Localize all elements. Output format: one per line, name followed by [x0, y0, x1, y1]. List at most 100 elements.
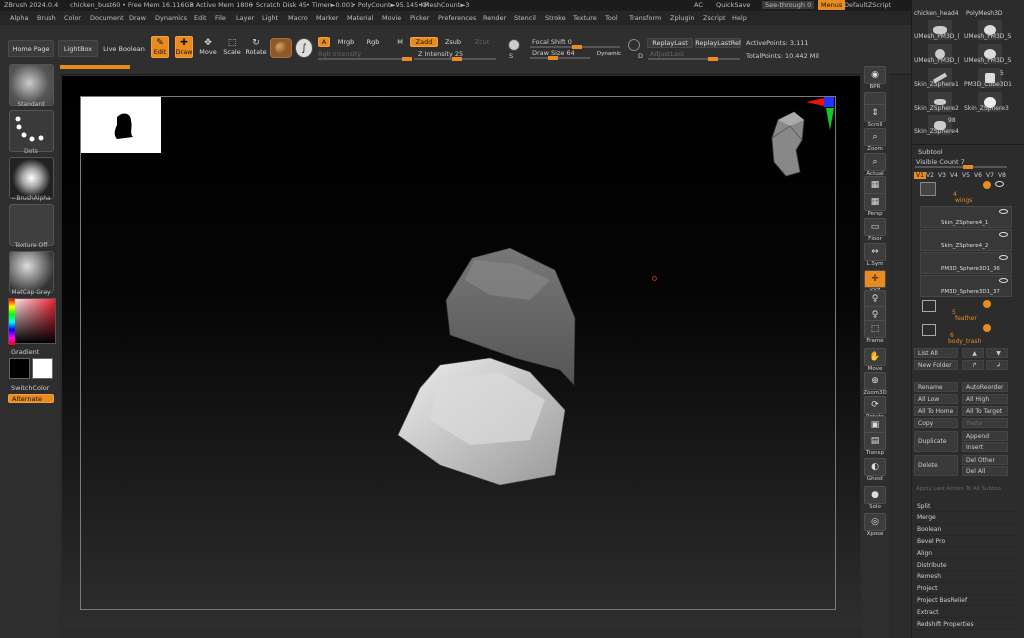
insert-button[interactable]: Insert — [962, 442, 1008, 452]
del-other-button[interactable]: Del Other — [962, 455, 1008, 465]
version-tab-v4[interactable]: V4 — [950, 172, 958, 179]
shelf-persp[interactable]: ▦ — [864, 193, 886, 211]
standard-brush-thumb[interactable] — [9, 64, 54, 106]
menu-item-alpha[interactable]: Alpha — [10, 14, 28, 22]
menus-button[interactable]: Menus — [818, 0, 846, 10]
adjust-last-slider[interactable] — [648, 57, 740, 61]
subpalette-boolean[interactable]: Boolean — [914, 525, 1020, 536]
shelf-ghost[interactable]: ◐ — [864, 458, 886, 476]
shelf-transp[interactable]: ▤ — [864, 432, 886, 450]
subtool-row-skin-zsphere4-1[interactable]: Skin_ZSphere4_1 — [920, 206, 1012, 228]
shelf-xyz[interactable]: ✛ — [864, 270, 886, 288]
mrgb-button[interactable]: Mrgb — [332, 37, 360, 47]
menu-item-movie[interactable]: Movie — [382, 14, 401, 22]
navigator-thumbnail[interactable] — [81, 97, 161, 153]
menu-item-draw[interactable]: Draw — [129, 14, 146, 22]
menu-item-picker[interactable]: Picker — [410, 14, 429, 22]
apply-last-action-button[interactable]: Apply Last Action To All Subtoo — [916, 486, 1001, 492]
live-boolean-button[interactable]: Live Boolean — [102, 40, 146, 57]
delete-button[interactable]: Delete — [914, 455, 958, 476]
3d-model-viewport[interactable] — [380, 240, 600, 490]
copy-button[interactable]: Copy — [914, 418, 958, 428]
duplicate-button[interactable]: Duplicate — [914, 431, 958, 452]
zsub-button[interactable]: Zsub — [441, 37, 465, 47]
version-tab-v8[interactable]: V8 — [998, 172, 1006, 179]
del-all-button[interactable]: Del All — [962, 466, 1008, 476]
subpalette-split[interactable]: Split — [914, 501, 1020, 512]
z-intensity-slider[interactable] — [414, 57, 496, 61]
menu-item-file[interactable]: File — [215, 14, 226, 22]
menu-item-edit[interactable]: Edit — [194, 14, 207, 22]
arrow-back-icon[interactable]: ↲ — [986, 360, 1008, 370]
menu-item-preferences[interactable]: Preferences — [438, 14, 476, 22]
append-button[interactable]: Append — [962, 431, 1008, 441]
autoreorder-button[interactable]: AutoReorder — [962, 382, 1008, 392]
shelf-zoom3d[interactable]: ⊕ — [864, 372, 886, 390]
menu-item-tool[interactable]: Tool — [605, 14, 618, 22]
draw-size-slider[interactable] — [530, 56, 590, 60]
subpalette-merge[interactable]: Merge — [914, 513, 1020, 524]
gear-icon[interactable] — [983, 300, 991, 308]
subpalette-project-basrelief[interactable]: Project BasRelief — [914, 595, 1020, 607]
shelf-xpose[interactable]: ◎ — [864, 513, 886, 531]
new-folder-button[interactable]: New Folder — [914, 360, 958, 370]
shelf-floor[interactable]: ▭ — [864, 218, 886, 236]
subpalette-project[interactable]: Project — [914, 584, 1020, 595]
folder-icon[interactable] — [922, 300, 936, 312]
version-tab-v2[interactable]: V2 — [926, 172, 934, 179]
shelf-scroll[interactable]: ⇕ — [864, 104, 886, 122]
shelf-frame[interactable]: ⬚ — [864, 320, 886, 338]
menu-item-material[interactable]: Material — [347, 14, 373, 22]
menu-item-layer[interactable]: Layer — [236, 14, 254, 22]
subpalette-extract[interactable]: Extract — [914, 607, 1020, 619]
menu-item-zplugin[interactable]: Zplugin — [670, 14, 695, 22]
m-button[interactable]: M — [394, 37, 406, 47]
subpalette-remesh[interactable]: Remesh — [914, 572, 1020, 583]
shelf-rotate[interactable]: ⟳ — [864, 396, 886, 414]
menu-item-marker[interactable]: Marker — [316, 14, 338, 22]
menu-item-stencil[interactable]: Stencil — [514, 14, 536, 22]
secondary-color-swatch[interactable] — [32, 358, 53, 379]
eye-icon[interactable] — [999, 255, 1008, 260]
menu-item-dynamics[interactable]: Dynamics — [155, 14, 187, 22]
version-tab-v1[interactable]: V1 — [914, 172, 926, 179]
focal-shift-slider[interactable] — [530, 45, 620, 49]
menu-item-color[interactable]: Color — [64, 14, 81, 22]
dots-stroke-thumb[interactable] — [9, 110, 54, 152]
arrow-forward-icon[interactable]: ↱ — [962, 360, 984, 370]
subtool-row-skin-zsphere4-2[interactable]: Skin_ZSphere4_2 — [920, 229, 1012, 251]
subpalette-bevel-pro[interactable]: Bevel Pro — [914, 536, 1020, 548]
brush-alpha-thumb[interactable] — [9, 157, 54, 199]
rotate-button[interactable]: ↻ Rotate — [245, 36, 267, 58]
menu-item-zscript[interactable]: Zscript — [703, 14, 726, 22]
rgb-button[interactable]: Rgb — [362, 37, 384, 47]
primary-color-swatch[interactable] — [9, 358, 30, 379]
menu-item-macro[interactable]: Macro — [288, 14, 308, 22]
subtool-title[interactable]: Subtool — [918, 148, 943, 156]
dynamic-button[interactable]: Dynamic — [594, 49, 624, 58]
all-to-home-button[interactable]: All To Home — [914, 406, 958, 416]
rgb-intensity-slider[interactable] — [318, 57, 412, 61]
arrow-down-icon[interactable]: ▼ — [986, 348, 1008, 358]
stroke-icon[interactable]: ∫ — [295, 38, 313, 58]
shelf-solo[interactable]: ● — [864, 486, 886, 504]
lightbox-button[interactable]: LightBox — [58, 40, 98, 57]
color-picker[interactable] — [8, 298, 56, 345]
default-zscript[interactable]: DefaultZScript — [844, 1, 891, 9]
version-tab-v7[interactable]: V7 — [986, 172, 994, 179]
menu-item-transform[interactable]: Transform — [629, 14, 661, 22]
zadd-button[interactable]: Zadd — [410, 37, 438, 47]
move-button[interactable]: ✥ Move — [199, 36, 217, 58]
version-tab-v5[interactable]: V5 — [962, 172, 970, 179]
tool-chicken-head4[interactable]: chicken_head4 — [914, 10, 962, 18]
menu-item-stroke[interactable]: Stroke — [545, 14, 566, 22]
subpalette-distribute[interactable]: Distribute — [914, 560, 1020, 571]
paste-button[interactable]: Paste — [962, 418, 1008, 428]
alternate-button[interactable]: Alternate — [8, 394, 54, 403]
folder-icon[interactable] — [920, 182, 936, 196]
menu-item-light[interactable]: Light — [262, 14, 278, 22]
list-all-button[interactable]: List All — [914, 348, 958, 358]
eye-icon[interactable] — [995, 181, 1004, 187]
subtool-row-pm3d-sphere-36[interactable]: PM3D_Sphere3D1_36 — [920, 252, 1012, 274]
subtool-feather-name[interactable]: feather — [955, 315, 977, 322]
